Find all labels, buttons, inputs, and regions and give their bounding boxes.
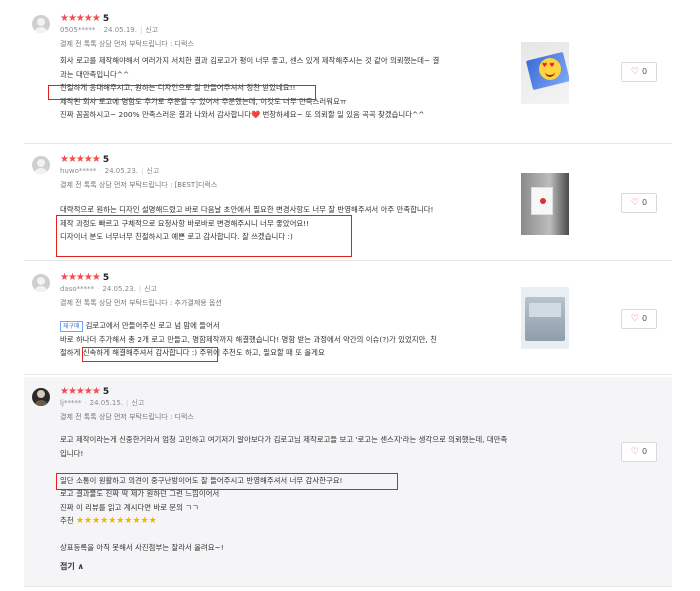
review-meta: 0505***** · 24.05.19. | 신고 — [60, 26, 159, 34]
collapse-button[interactable]: 접기 ∧ — [60, 560, 507, 574]
report-link[interactable]: 신고 — [144, 285, 157, 293]
star-rating: ★★★★★ — [60, 13, 101, 24]
repurchase-badge: 재구매 — [60, 321, 83, 332]
review-header: ★★★★★ 5 lj***** · 24.05.15. | 신고 결제 전 톡톡 상담 먼… — [60, 386, 194, 422]
purchase-option: 결제 전 톡톡 상담 먼저 부탁드립니다 : 디럭스 — [60, 40, 194, 48]
rating-value: 5 — [102, 14, 110, 24]
review-line: 바로 하나더 추가해서 총 2개 로고 만들고, 명함제작까지 해결했습니다! … — [60, 334, 437, 344]
like-button[interactable]: ♡ 0 — [621, 442, 657, 462]
heart-outline-icon: ♡ — [630, 67, 639, 77]
highlight-box — [56, 215, 352, 257]
review-line: 입니다! — [60, 448, 84, 458]
reviewer-id: 0505***** — [60, 26, 96, 34]
reviewer-id: lj***** — [60, 399, 82, 407]
like-count: 0 — [641, 447, 648, 456]
like-button[interactable]: ♡ 0 — [621, 62, 657, 82]
review-item: ★★★★★ 5 0505***** · 24.05.19. | 신고 결제 전 톡톡 상담… — [24, 4, 672, 144]
review-photo[interactable] — [521, 42, 569, 104]
report-link[interactable]: 신고 — [146, 167, 159, 175]
review-meta: huwo***** · 24.05.23. | 신고 — [60, 167, 160, 175]
review-date: 24.05.23. — [104, 167, 139, 175]
review-text: 로고 제작이라는게 신중한거라서 엄청 고민하고 여기저기 알아보다가 김로고님… — [60, 433, 507, 573]
review-line — [60, 460, 507, 474]
star-rating: ★★★★★ — [60, 154, 101, 165]
reviewer-id: huwo***** — [60, 167, 97, 175]
review-photo[interactable] — [521, 287, 569, 349]
like-button[interactable]: ♡ 0 — [621, 193, 657, 213]
review-line: 진짜 이 리뷰를 읽고 계시다면 바로 문의 ㄱㄱ — [60, 502, 199, 512]
review-date: 24.05.15. — [89, 399, 124, 407]
like-count: 0 — [641, 314, 648, 323]
review-date: 24.05.23. — [102, 285, 136, 293]
like-button[interactable]: ♡ 0 — [621, 309, 657, 329]
highlight-box — [48, 85, 316, 100]
review-item: ★★★★★ 5 daso***** · 24.05.23. | 신고 결제 전 톡톡 상담… — [24, 263, 672, 375]
avatar — [32, 156, 50, 174]
purchase-option: 결제 전 톡톡 상담 먼저 부탁드립니다 : 추가결제용 옵션 — [60, 299, 222, 307]
review-line: 상표등록을 아직 못해서 사진첨부는 잘라서 올려요~! — [60, 543, 224, 552]
avatar — [32, 274, 50, 292]
recommend-stars: ★★★★★★★★★★ — [75, 516, 157, 526]
review-item: ★★★★★ 5 huwo***** · 24.05.23. | 신고 결제 전 톡톡 상담… — [24, 145, 672, 261]
avatar — [32, 388, 50, 406]
review-line: 진짜 꼼꼼하시고~ 200% 만족스러운 결과 나와서 감사합니다❤️ 번창하세… — [60, 110, 425, 119]
review-line — [60, 528, 507, 542]
review-meta: lj***** · 24.05.15. | 신고 — [60, 399, 145, 407]
recommend-label: 추천 — [60, 516, 74, 525]
reviewer-id: daso***** — [60, 285, 95, 293]
review-date: 24.05.19. — [103, 26, 137, 34]
review-line: 로고 제작이라는게 신중한거라서 엄청 고민하고 여기저기 알아보다가 김로고님… — [60, 435, 508, 444]
like-count: 0 — [641, 198, 648, 207]
heart-outline-icon: ♡ — [630, 314, 639, 324]
review-line: 과는 대만족입니다^^ — [60, 69, 130, 79]
review-line: 재구매 김로고에서 만들어주신 로고 넘 맘에 들어서 — [60, 319, 437, 333]
review-photo[interactable] — [521, 173, 569, 235]
review-line: 회사 로고를 제작해야해서 여러가지 서치한 결과 김로고가 평이 너무 좋고,… — [60, 56, 440, 65]
review-header: ★★★★★ 5 daso***** · 24.05.23. | 신고 결제 전 톡톡 상담… — [60, 272, 222, 308]
like-count: 0 — [641, 67, 648, 76]
review-header: ★★★★★ 5 huwo***** · 24.05.23. | 신고 결제 전 톡톡 상담… — [60, 154, 217, 190]
rating-value: 5 — [102, 387, 110, 397]
review-header: ★★★★★ 5 0505***** · 24.05.19. | 신고 결제 전 톡톡 상담… — [60, 13, 194, 49]
avatar — [32, 15, 50, 33]
review-line: 추천 ★★★★★★★★★★ — [60, 514, 507, 528]
report-link[interactable]: 신고 — [145, 26, 158, 34]
heart-outline-icon: ♡ — [630, 447, 639, 457]
report-link[interactable]: 신고 — [131, 399, 144, 407]
star-rating: ★★★★★ — [60, 272, 101, 283]
heart-outline-icon: ♡ — [630, 198, 639, 208]
star-rating: ★★★★★ — [60, 386, 101, 397]
purchase-option: 결제 전 톡톡 상담 먼저 부탁드립니다 : 디럭스 — [60, 413, 194, 421]
highlight-box — [82, 347, 218, 362]
highlight-box — [56, 473, 398, 490]
purchase-option: 결제 전 톡톡 상담 먼저 부탁드립니다 : [BEST]디럭스 — [60, 181, 218, 189]
review-item: ★★★★★ 5 lj***** · 24.05.15. | 신고 결제 전 톡톡 상담 먼… — [24, 377, 672, 587]
rating-value: 5 — [102, 155, 110, 165]
rating-value: 5 — [102, 273, 110, 283]
review-meta: daso***** · 24.05.23. | 신고 — [60, 285, 158, 293]
